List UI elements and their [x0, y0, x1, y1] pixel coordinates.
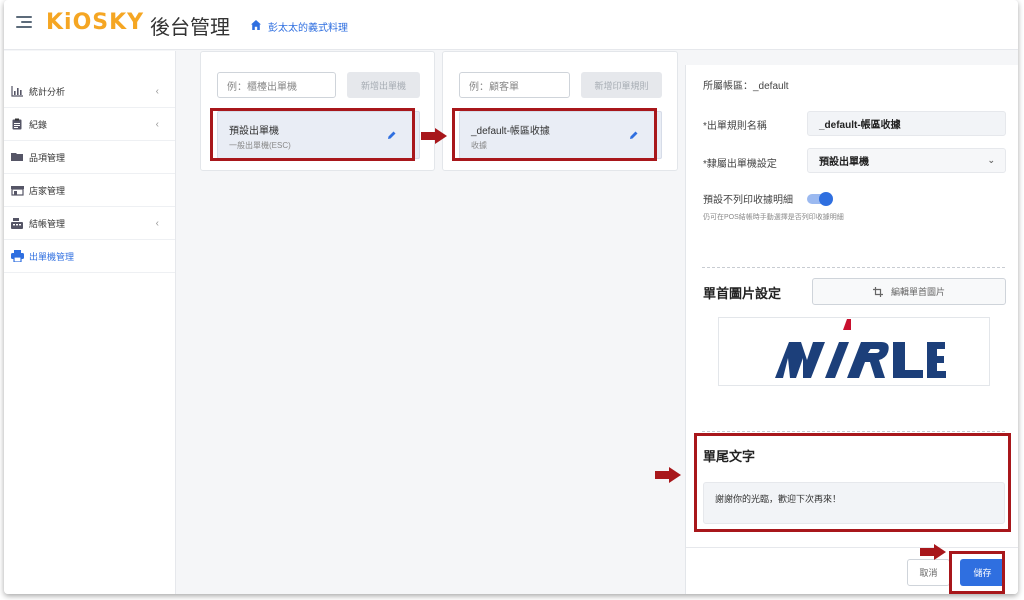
sidebar-item-records[interactable]: 紀錄 ‹	[4, 108, 175, 141]
sidebar-item-label: 結帳管理	[29, 218, 66, 229]
highlight-box-footer-text	[694, 433, 1011, 532]
chevron-left-icon: ‹	[155, 218, 159, 229]
rule-name-label: *出單規則名稱	[703, 121, 767, 132]
add-print-rule-button[interactable]: 新增印單規則	[581, 72, 662, 98]
highlight-box-printer-item	[210, 108, 415, 161]
sidebar-item-printers[interactable]: 出單機管理	[4, 240, 175, 273]
printer-icon	[10, 250, 24, 262]
mirle-logo-image	[775, 319, 946, 378]
red-arrow-icon	[920, 544, 946, 560]
edit-header-image-label: 編輯單首圖片	[890, 287, 945, 297]
sidebar-item-label: 統計分析	[29, 86, 66, 97]
clipboard-icon	[10, 118, 24, 130]
sidebar-item-store[interactable]: 店家管理	[4, 174, 175, 207]
home-icon[interactable]	[250, 19, 262, 31]
sidebar-item-label: 品項管理	[29, 152, 66, 163]
highlight-box-rule-item	[452, 108, 657, 161]
printer-name-input[interactable]: 例：櫃檯出單機	[217, 72, 336, 98]
header-image-title: 單首圖片設定	[703, 286, 782, 301]
sidebar-item-statistics[interactable]: 統計分析 ‹	[4, 75, 175, 108]
printer-select[interactable]: 預設出單機 ⌄	[807, 148, 1006, 173]
red-arrow-icon	[421, 128, 447, 144]
sidebar-item-products[interactable]: 品項管理	[4, 141, 175, 174]
storefront-icon	[10, 184, 24, 196]
toggle-hint: 仍可在POS結帳時手動選擇是否列印收據明細	[703, 214, 844, 221]
highlight-box-save-button	[949, 551, 1005, 594]
header-image-preview	[718, 317, 990, 386]
rule-name-input[interactable]: 例：顧客單	[459, 72, 570, 98]
sidebar: 統計分析 ‹ 紀錄 ‹ 品項管理 店家管理 結帳管理 ‹ 出單機管理	[4, 51, 176, 594]
add-printer-button[interactable]: 新增出單機	[347, 72, 420, 98]
kiosky-logo: KiOSKY	[46, 10, 145, 35]
chevron-down-icon: ⌄	[987, 155, 995, 165]
menu-icon[interactable]	[16, 16, 32, 30]
red-arrow-icon	[655, 467, 681, 483]
sidebar-item-label: 出單機管理	[29, 251, 75, 262]
section-divider	[702, 431, 1005, 432]
no-detail-toggle[interactable]	[807, 192, 833, 206]
toggle-knob	[819, 192, 833, 206]
crop-icon	[872, 286, 883, 297]
chevron-left-icon: ‹	[155, 119, 159, 130]
rule-name-field[interactable]: _default-帳區收據	[807, 111, 1006, 136]
folder-icon	[10, 151, 24, 163]
toggle-label: 預設不列印收據明細	[703, 195, 793, 206]
section-divider	[702, 267, 1005, 268]
page-title: 後台管理	[150, 17, 230, 39]
printer-setting-label: *隸屬出單機設定	[703, 159, 777, 170]
top-header: KiOSKY 後台管理 彭太太的義式料理	[4, 0, 1018, 50]
cancel-button[interactable]: 取消	[907, 559, 950, 586]
account-area-label: 所屬帳區：_default	[703, 81, 789, 92]
chevron-left-icon: ‹	[155, 86, 159, 97]
printer-select-value: 預設出單機	[819, 157, 869, 168]
cash-register-icon	[10, 217, 24, 229]
store-name-link[interactable]: 彭太太的義式料理	[268, 19, 348, 34]
sidebar-item-label: 店家管理	[29, 185, 66, 196]
sidebar-item-label: 紀錄	[29, 119, 48, 130]
bar-chart-icon	[10, 85, 24, 97]
edit-header-image-button[interactable]: 編輯單首圖片	[812, 278, 1006, 305]
sidebar-item-checkout[interactable]: 結帳管理 ‹	[4, 207, 175, 240]
